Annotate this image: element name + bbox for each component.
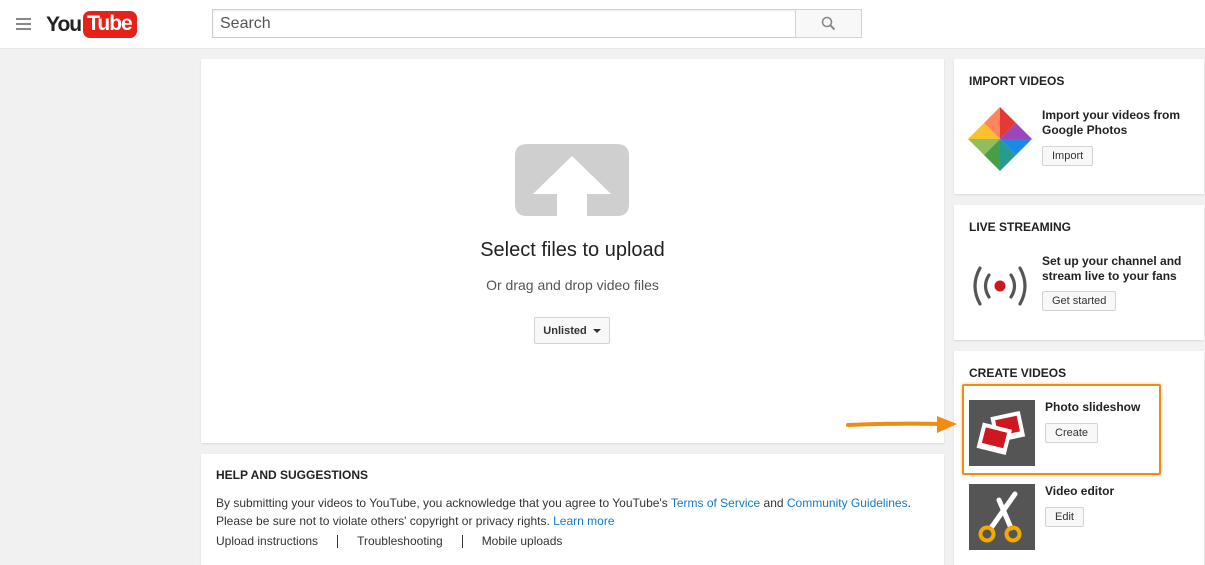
highlight-box [962, 384, 1161, 475]
import-videos-card: IMPORT VIDEOS Import your videos from Go… [954, 59, 1204, 194]
live-title: LIVE STREAMING [969, 220, 1072, 234]
upload-arrow-icon[interactable] [513, 142, 631, 218]
help-text-part: and [760, 496, 787, 510]
masthead: You Tube [0, 0, 1205, 49]
terms-of-service-link[interactable]: Terms of Service [671, 496, 760, 510]
help-text-part: By submitting your videos to YouTube, yo… [216, 496, 671, 510]
learn-more-link[interactable]: Learn more [553, 514, 614, 528]
search-button[interactable] [795, 9, 862, 38]
privacy-dropdown[interactable]: Unlisted [534, 317, 610, 344]
import-title: IMPORT VIDEOS [969, 74, 1065, 88]
youtube-logo[interactable]: You Tube [46, 10, 137, 39]
troubleshooting-link[interactable]: Troubleshooting [337, 535, 462, 548]
help-text: By submitting your videos to YouTube, yo… [216, 494, 929, 530]
scissors-icon [978, 491, 1022, 543]
edit-button[interactable]: Edit [1045, 507, 1084, 527]
live-description: Set up your channel and stream live to y… [1042, 254, 1182, 283]
video-editor-label: Video editor [1045, 484, 1115, 498]
create-title: CREATE VIDEOS [969, 366, 1067, 380]
search-icon [821, 16, 836, 31]
video-editor-thumbnail[interactable] [969, 484, 1035, 550]
help-text-part: Please be sure not to violate others' co… [216, 514, 554, 528]
privacy-value: Unlisted [543, 324, 587, 337]
live-broadcast-icon [973, 266, 1027, 306]
help-links: Upload instructions Troubleshooting Mobi… [216, 535, 929, 548]
arrow-annotation-icon [846, 416, 957, 433]
menu-icon[interactable] [16, 18, 31, 30]
upload-instructions-link[interactable]: Upload instructions [216, 535, 337, 548]
community-guidelines-link[interactable]: Community Guidelines [787, 496, 908, 510]
logo-you: You [46, 12, 82, 36]
live-streaming-card: LIVE STREAMING Set up your channel and s… [954, 205, 1204, 340]
logo-tube: Tube [83, 11, 137, 38]
chevron-down-icon [592, 328, 601, 333]
help-title: HELP AND SUGGESTIONS [216, 468, 369, 482]
upload-dropzone[interactable]: Select files to upload Or drag and drop … [201, 59, 944, 443]
import-button[interactable]: Import [1042, 146, 1094, 166]
help-text-part: . [907, 496, 911, 510]
get-started-button[interactable]: Get started [1042, 291, 1117, 311]
import-description: Import your videos from Google Photos [1042, 108, 1181, 137]
mobile-uploads-link[interactable]: Mobile uploads [461, 535, 582, 548]
search-input[interactable] [212, 9, 796, 38]
help-card: HELP AND SUGGESTIONS By submitting your … [201, 454, 944, 565]
upload-subtitle: Or drag and drop video files [486, 277, 659, 293]
upload-title: Select files to upload [480, 239, 665, 261]
google-photos-icon [968, 107, 1032, 171]
